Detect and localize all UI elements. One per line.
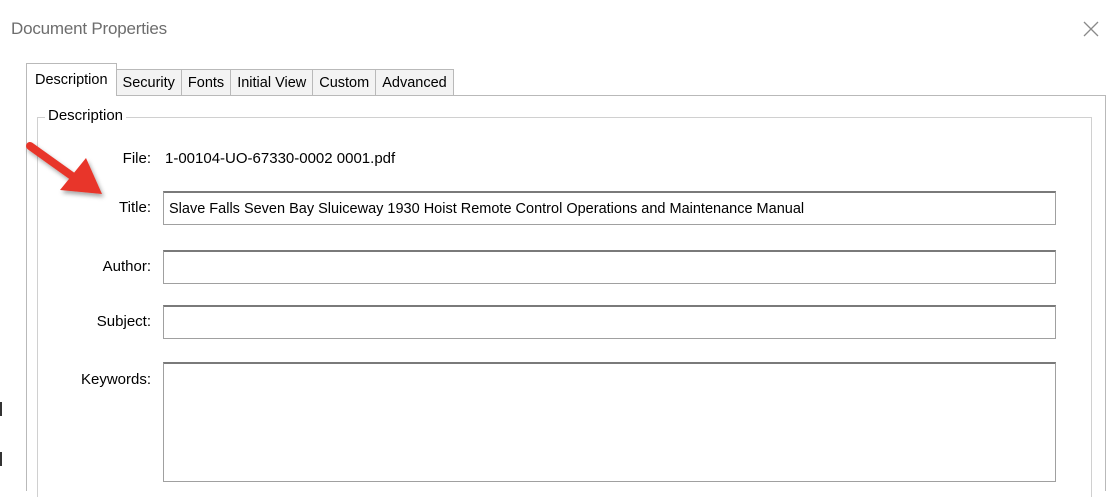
tab-security[interactable]: Security — [116, 69, 182, 96]
edge-mark — [0, 452, 2, 466]
title-field[interactable] — [163, 191, 1056, 225]
file-value: 1-00104-UO-67330-0002 0001.pdf — [165, 150, 396, 167]
subject-field[interactable] — [163, 305, 1056, 339]
subject-label: Subject: — [96, 313, 151, 330]
author-field[interactable] — [163, 250, 1056, 284]
keywords-field[interactable] — [163, 362, 1056, 482]
tab-initial-view[interactable]: Initial View — [231, 69, 314, 96]
description-group-label: Description — [45, 107, 127, 124]
red-arrow-icon — [20, 132, 115, 217]
close-icon — [1083, 17, 1099, 42]
tab-strip: Description Security Fonts Initial View … — [26, 61, 454, 96]
edge-mark — [0, 402, 2, 416]
window-title: Document Properties — [11, 19, 167, 38]
tab-description[interactable]: Description — [26, 63, 117, 96]
tab-custom[interactable]: Custom — [313, 69, 377, 96]
close-button[interactable] — [1078, 14, 1104, 44]
tab-advanced[interactable]: Advanced — [376, 69, 454, 96]
tab-fonts[interactable]: Fonts — [181, 69, 232, 96]
keywords-label: Keywords: — [80, 371, 151, 388]
author-label: Author: — [102, 258, 151, 275]
